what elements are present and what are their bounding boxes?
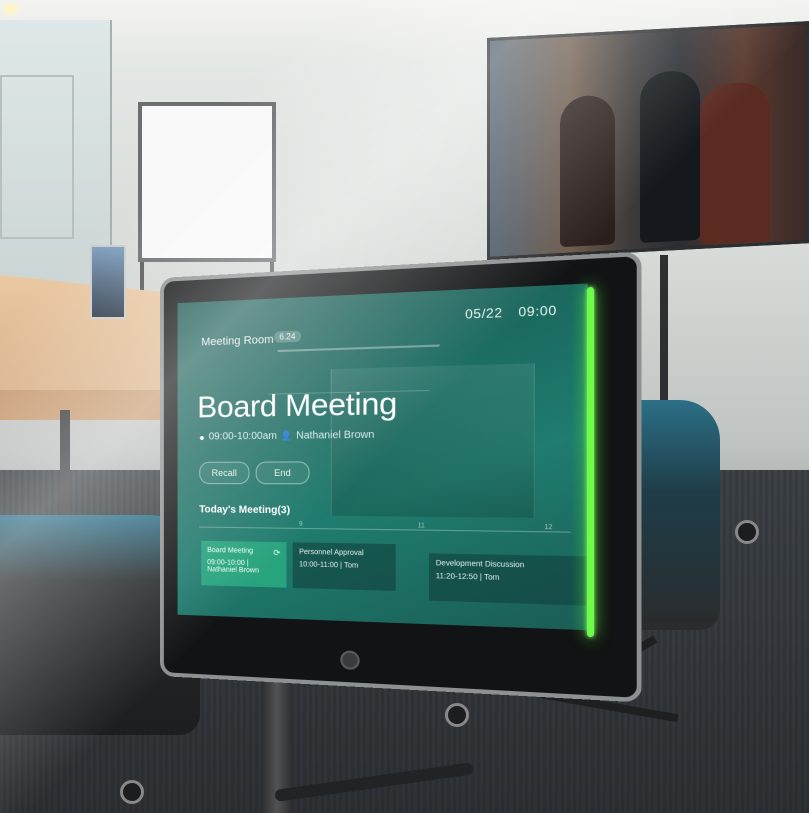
- clock-time: 09:00: [518, 302, 557, 320]
- chair-wheel: [120, 780, 144, 804]
- schedule-title: Today's Meeting(3): [199, 504, 291, 517]
- meeting-card-name: Personnel Approval: [299, 548, 364, 558]
- clock-icon: ●: [199, 431, 205, 443]
- table-sign: [90, 245, 126, 319]
- panel-bezel: Meeting Room 6.24 05/22 09:00 Board Meet…: [160, 251, 642, 703]
- meeting-card[interactable]: Development Discussion 11:20-12:50 | Tom: [428, 553, 588, 606]
- ceiling-light: [4, 4, 18, 14]
- sync-icon: ⟳: [273, 548, 281, 558]
- tv-person: [700, 81, 770, 245]
- meeting-card-host: Nathaniel Brown: [207, 566, 260, 575]
- table-edge: [0, 390, 170, 420]
- meeting-card-time: 10:00-11:00: [299, 561, 339, 570]
- person-icon: 👤: [280, 430, 292, 441]
- meeting-card[interactable]: Personnel Approval 10:00-11:00 | Tom: [292, 542, 396, 591]
- status-led-bar: [587, 287, 594, 637]
- photo-scene: Meeting Room 6.24 05/22 09:00 Board Meet…: [0, 0, 809, 813]
- meeting-room-panel: Meeting Room 6.24 05/22 09:00 Board Meet…: [160, 240, 642, 703]
- tv-person: [640, 69, 700, 243]
- meeting-time: ● 09:00-10:00am: [199, 431, 277, 443]
- home-button-icon[interactable]: [340, 650, 360, 671]
- table-leg: [60, 410, 70, 530]
- meeting-card-host: Tom: [484, 573, 500, 583]
- date: 05/22: [465, 305, 503, 322]
- meeting-card-name: Board Meeting: [207, 546, 254, 555]
- wall-tv: [487, 21, 809, 260]
- recall-button[interactable]: Recall: [199, 461, 250, 485]
- meeting-host: 👤 Nathaniel Brown: [280, 429, 374, 442]
- panel-screen: Meeting Room 6.24 05/22 09:00 Board Meet…: [177, 283, 588, 631]
- meeting-host-text: Nathaniel Brown: [296, 429, 375, 442]
- timeline-tick: 11: [417, 523, 425, 530]
- timeline-tick: 12: [544, 524, 553, 532]
- room-badge: 6.24: [274, 330, 301, 343]
- meeting-card-time: 11:20-12:50: [435, 572, 478, 582]
- tv-person: [560, 94, 615, 248]
- chair-wheel: [735, 520, 759, 544]
- window-frame: [0, 75, 74, 239]
- whiteboard: [138, 102, 276, 262]
- meeting-time-text: 09:00-10:00am: [208, 430, 277, 443]
- room-label: Meeting Room: [201, 333, 274, 349]
- meeting-card-host: Tom: [344, 562, 359, 570]
- meeting-card-name: Development Discussion: [435, 559, 525, 570]
- meeting-card[interactable]: Board Meeting 09:00-10:00 | Nathaniel Br…: [201, 540, 287, 588]
- meeting-title: Board Meeting: [197, 386, 398, 425]
- chair-wheel: [445, 703, 469, 727]
- timeline-tick: 9: [299, 521, 303, 528]
- schedule-timeline: [199, 526, 571, 533]
- end-button[interactable]: End: [255, 461, 310, 485]
